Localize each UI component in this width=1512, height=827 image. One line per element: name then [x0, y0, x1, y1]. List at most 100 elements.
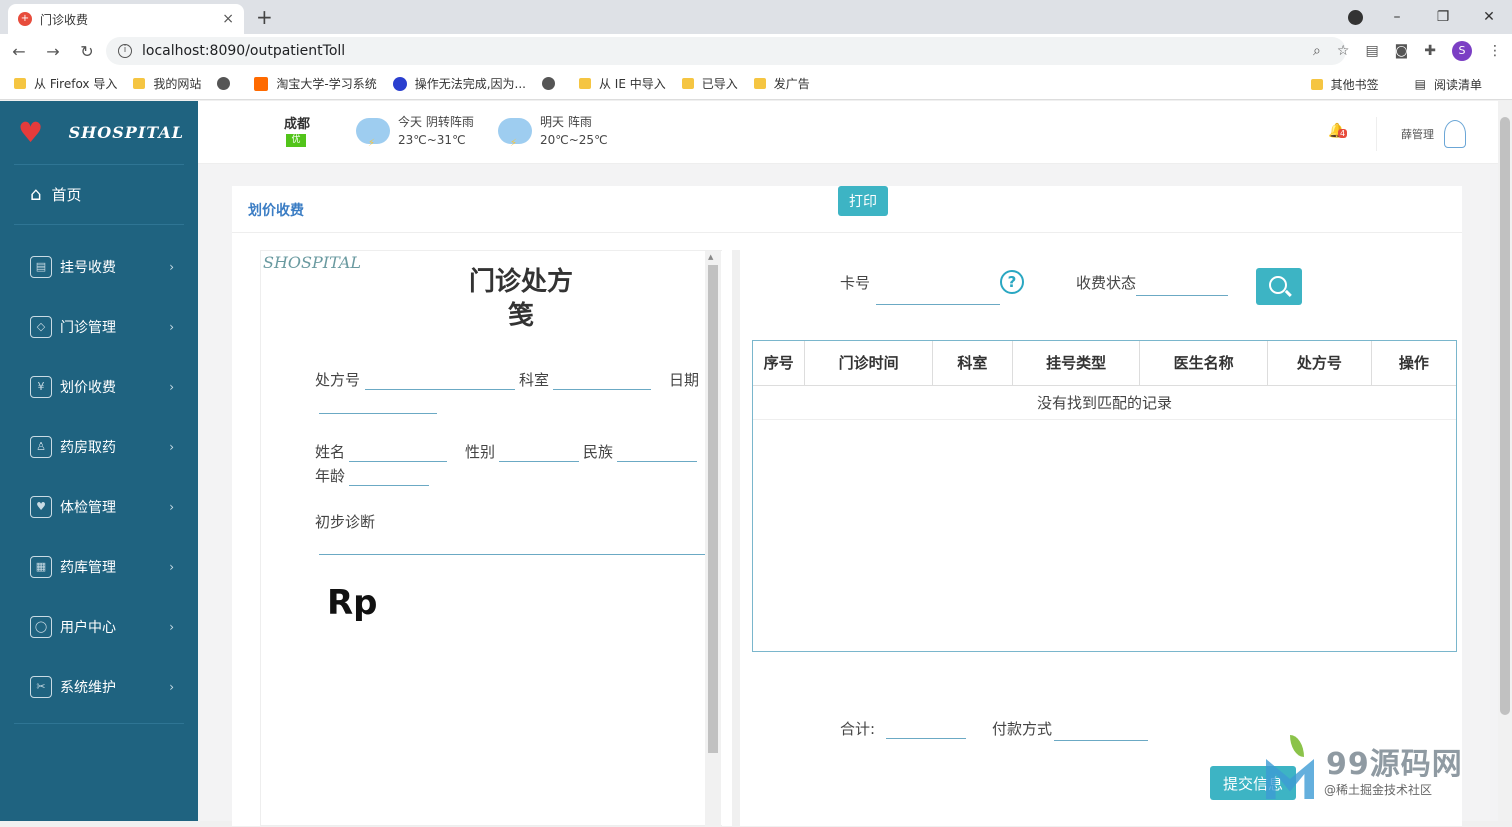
watermark-leaf-icon — [1290, 735, 1304, 757]
search-button[interactable] — [1256, 268, 1302, 305]
gender-field[interactable] — [499, 461, 579, 462]
weather-tomorrow-label: 明天 阵雨 — [540, 115, 592, 129]
bookmark-item[interactable]: 操作无法完成,因为... — [392, 75, 526, 92]
other-bookmarks[interactable]: 其他书签 — [1310, 76, 1379, 93]
logo: ♥ SHOSPITAL — [14, 101, 184, 165]
register-icon: ▤ — [30, 256, 52, 278]
print-button[interactable]: 打印 — [838, 186, 888, 216]
user-menu[interactable]: 薛管理 — [1376, 117, 1466, 151]
name-field[interactable] — [349, 461, 447, 462]
tab-close-icon[interactable]: × — [222, 11, 234, 27]
column-header[interactable]: 处方号 — [1267, 341, 1372, 386]
sidebar-item-7[interactable]: ◯ 用户中心 › — [0, 597, 198, 657]
bookmark-item[interactable]: 我的网站 — [133, 75, 201, 92]
prescription-scrollbar[interactable]: ▲ — [705, 251, 721, 827]
folder-icon — [753, 78, 766, 89]
search-icon — [1269, 276, 1287, 294]
age-field[interactable] — [349, 485, 429, 486]
app: ♥ SHOSPITAL ⌂ 首页 ▤ 挂号收费 › ◇ 门诊管理 › ¥ 划价收费 › ♙ 药房取药… — [0, 101, 1512, 827]
card-input[interactable] — [876, 304, 1000, 305]
dept-field[interactable] — [553, 389, 651, 390]
bookmark-star-icon[interactable]: ☆ — [1337, 43, 1350, 59]
browser-tab[interactable]: + 门诊收费 × — [8, 4, 244, 34]
sidebar-item-label: 首页 — [51, 186, 82, 204]
bookmark-item[interactable] — [541, 77, 563, 90]
ethnic-field[interactable] — [617, 461, 697, 462]
bookmark-item[interactable]: 发广告 — [753, 75, 810, 92]
column-header[interactable]: 医生名称 — [1139, 341, 1268, 386]
date-field[interactable] — [319, 413, 437, 414]
back-icon[interactable]: ← — [4, 42, 34, 61]
reading-list-label: 阅读清单 — [1433, 77, 1482, 92]
zoom-icon[interactable]: ⌕ — [1313, 43, 1321, 59]
column-header[interactable]: 科室 — [932, 341, 1013, 386]
extensions-puzzle-icon[interactable]: ✚ — [1424, 43, 1436, 59]
camera-icon[interactable]: ◙ — [1395, 43, 1409, 59]
rx-no-field[interactable] — [365, 389, 515, 390]
sidebar-item-home[interactable]: ⌂ 首页 — [14, 165, 184, 225]
date-label: 日期 — [669, 371, 700, 389]
main-content: 划价收费 打印 SHOSPITAL 门诊处方笺 处方号 科室 日期 姓名 性别 … — [198, 164, 1498, 827]
page-scroll-thumb[interactable] — [1500, 117, 1510, 715]
sidebar-item-6[interactable]: ▦ 药库管理 › — [0, 537, 198, 597]
pay-method-field[interactable] — [1054, 740, 1148, 741]
bookmark-label: 淘宝大学-学习系统 — [276, 77, 377, 91]
reload-icon[interactable]: ↻ — [72, 42, 102, 61]
bookmark-item[interactable] — [217, 77, 238, 90]
minimize-icon[interactable]: – — [1374, 9, 1420, 25]
site-info-icon[interactable]: i — [118, 44, 132, 58]
age-label: 年龄 — [315, 467, 346, 485]
column-header[interactable]: 序号 — [753, 341, 806, 386]
watermark: 99源码网 @稀土掘金技术社区 — [1266, 735, 1496, 805]
profile-avatar[interactable]: S — [1452, 41, 1472, 61]
bookmark-item[interactable]: 已导入 — [681, 75, 738, 92]
chevron-right-icon: › — [169, 500, 174, 514]
close-window-icon[interactable]: ✕ — [1466, 9, 1512, 25]
logo-text: SHOSPITAL — [68, 123, 184, 142]
new-tab-button[interactable]: + — [256, 5, 273, 29]
sidebar-item-1[interactable]: ▤ 挂号收费 › — [0, 237, 198, 297]
clinic-icon: ◇ — [30, 316, 52, 338]
pane-splitter[interactable] — [732, 250, 740, 826]
scroll-thumb[interactable] — [708, 265, 718, 753]
bookmark-item[interactable]: 淘宝大学-学习系统 — [254, 75, 377, 92]
address-bar[interactable]: i localhost:8090/outpatientToll — [106, 37, 1346, 65]
notification-count-badge: 4 — [1338, 129, 1348, 138]
browser-menu-icon[interactable]: ⋮ — [1488, 43, 1502, 59]
chevron-right-icon: › — [169, 380, 174, 394]
column-header[interactable]: 操作 — [1371, 341, 1456, 386]
bookmark-label: 从 Firefox 导入 — [34, 77, 118, 91]
forward-icon[interactable]: → — [38, 42, 68, 61]
diagnosis-field[interactable] — [319, 554, 705, 555]
heartbeat-logo-icon: ♥ — [18, 115, 44, 149]
sidebar-item-label: 门诊管理 — [60, 320, 116, 336]
maximize-icon[interactable]: ❐ — [1420, 9, 1466, 25]
scroll-up-icon[interactable]: ▲ — [708, 253, 713, 261]
bookmark-item[interactable]: 从 Firefox 导入 — [14, 75, 117, 92]
extension-book-icon[interactable]: ▤ — [1365, 43, 1378, 59]
sidebar-item-3[interactable]: ¥ 划价收费 › — [0, 357, 198, 417]
chevron-right-icon: › — [169, 320, 174, 334]
table-row: 没有找到匹配的记录 — [753, 385, 1456, 420]
sidebar-item-5[interactable]: ♥ 体检管理 › — [0, 477, 198, 537]
total-field[interactable] — [886, 738, 966, 739]
bookmark-item[interactable]: 从 IE 中导入 — [578, 75, 666, 92]
column-header[interactable]: 挂号类型 — [1012, 341, 1141, 386]
sidebar-item-label: 系统维护 — [60, 680, 116, 696]
reading-list[interactable]: ▤ 阅读清单 — [1415, 76, 1482, 93]
user-icon: ◯ — [30, 616, 52, 638]
browser-profile-indicator-icon[interactable] — [1348, 10, 1363, 25]
sidebar-item-4[interactable]: ♙ 药房取药 › — [0, 417, 198, 477]
toolbar-actions: ⌕ ☆ ▤ ◙ ✚ S ⋮ — [1313, 34, 1502, 68]
notification-bell-icon[interactable]: 🔔 4 — [1328, 123, 1348, 139]
bookmark-label: 已导入 — [701, 77, 738, 91]
help-icon[interactable]: ? — [1000, 270, 1024, 294]
sidebar-item-2[interactable]: ◇ 门诊管理 › — [0, 297, 198, 357]
folder-icon — [14, 78, 26, 89]
status-input[interactable] — [1136, 295, 1228, 296]
page-scrollbar[interactable] — [1498, 101, 1512, 821]
column-header[interactable]: 门诊时间 — [804, 341, 933, 386]
sidebar-item-8[interactable]: ✂ 系统维护 › — [0, 657, 198, 717]
rx-no-label: 处方号 — [315, 371, 361, 389]
dept-label: 科室 — [519, 371, 550, 389]
